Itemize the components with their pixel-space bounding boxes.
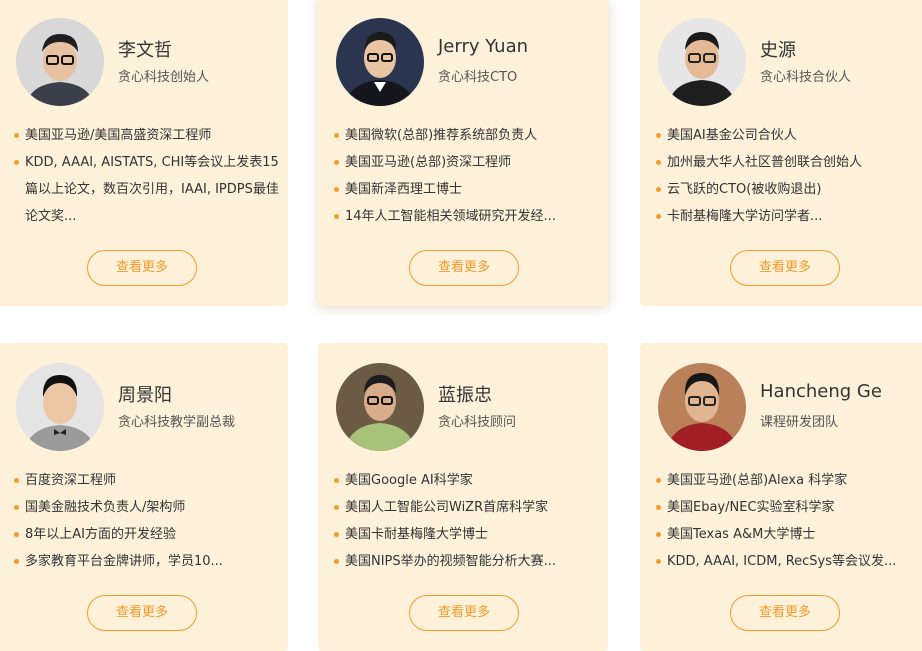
list-item: KDD, AAAI, AISTATS, CHI等会议上发表15篇以上论文，数百次… (14, 149, 284, 230)
view-more-button[interactable]: 查看更多 (87, 250, 197, 286)
credential-list: 美国亚马逊(总部)Alexa 科学家 美国Ebay/NEC实验室科学家 美国Te… (656, 467, 922, 575)
member-name: Jerry Yuan (438, 36, 529, 57)
member-name: 蓝振忠 (438, 385, 492, 406)
member-title: 课程研发团队 (760, 415, 839, 430)
list-item: 美国亚马逊(总部)资深工程师 (334, 149, 604, 176)
list-item: 美国卡耐基梅隆大学博士 (334, 521, 604, 548)
credential-list: 美国AI基金公司合伙人 加州最大华人社区普创联合创始人 云飞跃的CTO(被收购退… (656, 122, 922, 230)
list-item: 美国人工智能公司WiZR首席科学家 (334, 494, 604, 521)
list-item: 美国NIPS举办的视频智能分析大赛... (334, 548, 604, 575)
list-item: 8年以上AI方面的开发经验 (14, 521, 284, 548)
credential-list: 美国Google AI科学家 美国人工智能公司WiZR首席科学家 美国卡耐基梅隆… (334, 467, 604, 575)
view-more-button[interactable]: 查看更多 (409, 250, 519, 286)
credential-list: 百度资深工程师 国美金融技术负责人/架构师 8年以上AI方面的开发经验 多家教育… (14, 467, 284, 575)
view-more-button[interactable]: 查看更多 (409, 595, 519, 631)
list-item: 国美金融技术负责人/架构师 (14, 494, 284, 521)
list-item: 卡耐基梅隆大学访问学者... (656, 203, 922, 230)
team-card: 李文哲 贪心科技创始人 美国亚马逊/美国高盛资深工程师 KDD, AAAI, A… (0, 0, 288, 306)
list-item: 美国亚马逊(总部)Alexa 科学家 (656, 467, 922, 494)
member-title: 贪心科技顾问 (438, 415, 517, 430)
list-item: 14年人工智能相关领域研究开发经... (334, 203, 604, 230)
list-item: 美国Google AI科学家 (334, 467, 604, 494)
list-item: 美国新泽西理工博士 (334, 176, 604, 203)
team-card: 周景阳 贪心科技教学副总裁 百度资深工程师 国美金融技术负责人/架构师 8年以上… (0, 343, 288, 651)
member-title: 贪心科技教学副总裁 (118, 415, 236, 430)
list-item: 美国亚马逊/美国高盛资深工程师 (14, 122, 284, 149)
list-item: 美国AI基金公司合伙人 (656, 122, 922, 149)
team-card: 史源 贪心科技合伙人 美国AI基金公司合伙人 加州最大华人社区普创联合创始人 云… (640, 0, 922, 306)
member-name: Hancheng Ge (760, 381, 882, 402)
list-item: 美国Texas A&M大学博士 (656, 521, 922, 548)
avatar (16, 18, 104, 106)
avatar (658, 18, 746, 106)
member-title: 贪心科技创始人 (118, 70, 210, 85)
credential-list: 美国亚马逊/美国高盛资深工程师 KDD, AAAI, AISTATS, CHI等… (14, 122, 284, 230)
member-name: 史源 (760, 40, 796, 61)
list-item: KDD, AAAI, ICDM, RecSys等会议发... (656, 548, 922, 575)
avatar (658, 363, 746, 451)
list-item: 美国微软(总部)推荐系统部负责人 (334, 122, 604, 149)
list-item: 云飞跃的CTO(被收购退出) (656, 176, 922, 203)
credential-list: 美国微软(总部)推荐系统部负责人 美国亚马逊(总部)资深工程师 美国新泽西理工博… (334, 122, 604, 230)
member-name: 周景阳 (118, 385, 172, 406)
team-card: Hancheng Ge 课程研发团队 美国亚马逊(总部)Alexa 科学家 美国… (640, 343, 922, 651)
team-card: 蓝振忠 贪心科技顾问 美国Google AI科学家 美国人工智能公司WiZR首席… (318, 343, 608, 651)
member-name: 李文哲 (118, 40, 172, 61)
list-item: 加州最大华人社区普创联合创始人 (656, 149, 922, 176)
list-item: 多家教育平台金牌讲师，学员10... (14, 548, 284, 575)
team-card: Jerry Yuan 贪心科技CTO 美国微软(总部)推荐系统部负责人 美国亚马… (318, 0, 608, 306)
avatar (336, 18, 424, 106)
avatar (16, 363, 104, 451)
avatar (336, 363, 424, 451)
view-more-button[interactable]: 查看更多 (87, 595, 197, 631)
member-title: 贪心科技CTO (438, 70, 518, 85)
view-more-button[interactable]: 查看更多 (730, 250, 840, 286)
list-item: 美国Ebay/NEC实验室科学家 (656, 494, 922, 521)
list-item: 百度资深工程师 (14, 467, 284, 494)
view-more-button[interactable]: 查看更多 (730, 595, 840, 631)
member-title: 贪心科技合伙人 (760, 70, 852, 85)
